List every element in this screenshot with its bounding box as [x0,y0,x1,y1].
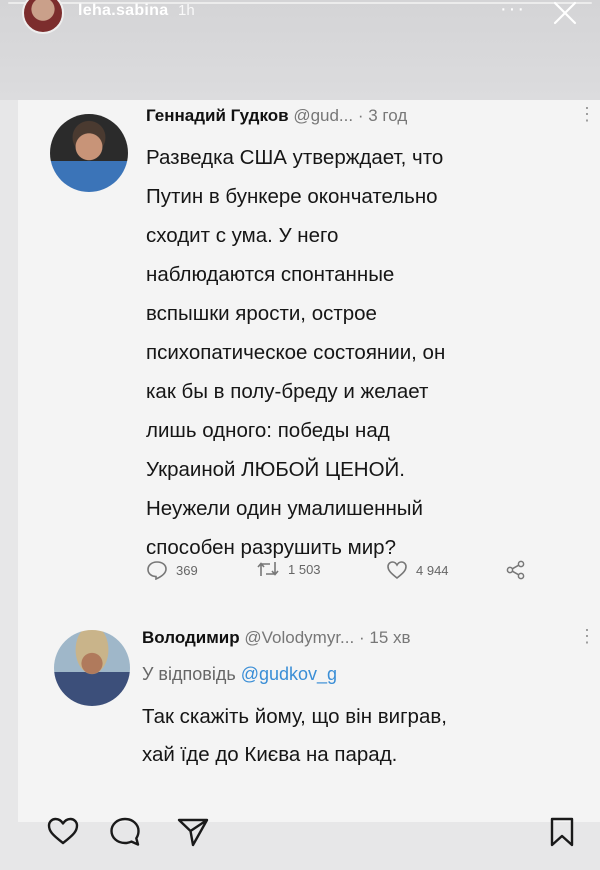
more-options-icon[interactable]: ··· [500,0,526,21]
retweet-count: 1 503 [288,561,321,577]
reply-author-handle[interactable]: @Volodymyr... [244,628,354,647]
story-user-avatar[interactable] [22,0,64,34]
reply-header: Володимир @Volodymyr... · 15 хв [142,628,411,648]
story-header: leha.sabina 1h ··· [0,0,600,100]
tweet-author-name[interactable]: Геннадий Гудков [146,106,289,125]
share-action[interactable] [506,560,526,580]
like-action[interactable]: 4 944 [386,560,449,580]
reply-author-name[interactable]: Володимир [142,628,240,647]
reply-timestamp: 15 хв [369,628,411,647]
tweet-author-handle[interactable]: @gud... [293,106,353,125]
replying-to-label: У відповідь [142,664,236,684]
chat-bubble-icon[interactable] [108,816,142,848]
retweet-action[interactable]: 1 503 [256,560,321,578]
reply-count: 369 [176,562,198,578]
close-icon[interactable] [548,0,582,30]
tweet-author-avatar[interactable] [50,114,128,192]
tweet-timestamp: 3 год [368,106,408,125]
share-icon [506,560,525,580]
reply-text: Так скажіть йому, що він виграв, хай їде… [142,705,447,766]
heart-icon [387,561,407,580]
reply-more-icon[interactable]: ⋮ [578,626,596,647]
retweet-icon [257,562,279,576]
replying-to-line: У відповідь @gudkov_g [142,664,337,685]
tweet-text: Разведка США утверждает, что Путин в бун… [146,146,446,559]
tweet-header: Геннадий Гудков @gud... · 3 год [146,106,407,126]
header-separator: · [358,628,365,647]
send-icon[interactable] [176,816,210,848]
replying-to-mention[interactable]: @gudkov_g [241,664,337,684]
tweet-actions: 369 1 503 4 944 [146,560,546,588]
heart-outline-icon[interactable] [46,816,80,846]
comment-icon [147,561,167,580]
tweet-screenshot-card: Геннадий Гудков @gud... · 3 год ⋮ Развед… [18,100,600,822]
story-bottom-bar [0,790,600,870]
like-count: 4 944 [416,562,449,578]
reply-author-avatar[interactable] [54,630,130,706]
story-username[interactable]: leha.sabina [78,2,168,20]
header-separator: · [357,106,364,125]
reply-action[interactable]: 369 [146,560,198,580]
tweet-more-icon[interactable]: ⋮ [578,104,596,125]
story-timestamp: 1h [178,2,195,19]
bookmark-icon[interactable] [548,816,576,848]
